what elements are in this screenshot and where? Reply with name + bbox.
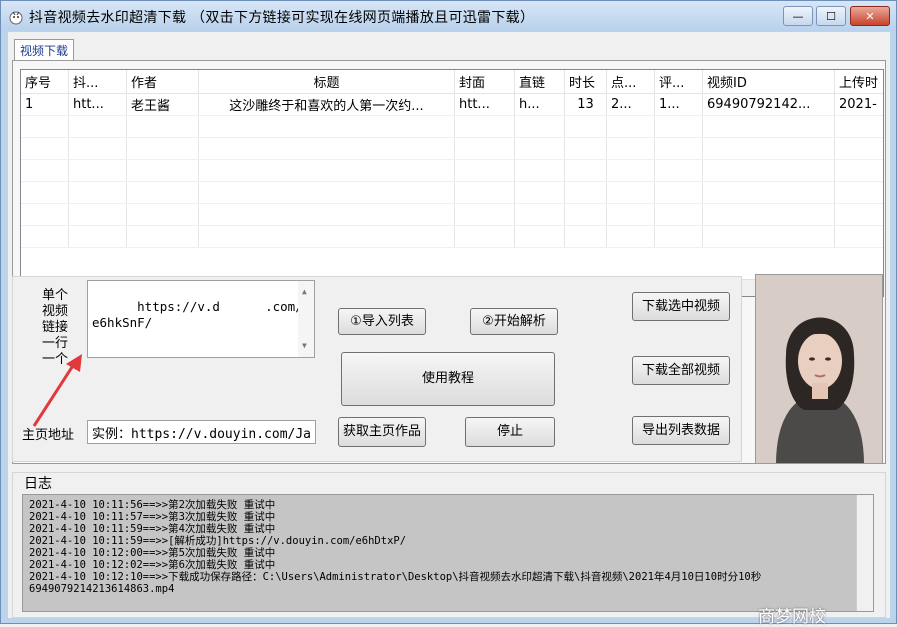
log-line: 2021-4-10 10:11:59==>>[解析成功]https://v.do… <box>29 535 407 547</box>
log-line: 2021-4-10 10:12:10==>>下载成功保存路径：C:\Users\… <box>29 571 762 583</box>
homepage-input[interactable]: 实例：https://v.douyin.com/Ja <box>87 420 316 444</box>
col-header[interactable]: 封面 <box>455 70 515 93</box>
cell: h... <box>515 94 565 115</box>
cell: 69490792142... <box>703 94 835 115</box>
stop-button[interactable]: 停止 <box>465 417 555 447</box>
table-row[interactable]: 1 htt... 老王酱 这沙雕终于和喜欢的人第一次约... htt... h.… <box>21 94 883 116</box>
table-row <box>21 182 883 204</box>
log-title: 日志 <box>22 473 54 493</box>
table-row <box>21 116 883 138</box>
table-row <box>21 204 883 226</box>
video-table[interactable]: 序号 抖... 作者 标题 封面 直链 时长 点... 评... 视频ID 上传… <box>20 69 884 297</box>
cell: 这沙雕终于和喜欢的人第一次约... <box>199 94 455 115</box>
col-header[interactable]: 序号 <box>21 70 69 93</box>
col-header[interactable]: 时长 <box>565 70 607 93</box>
minimize-icon: — <box>792 9 804 23</box>
col-header[interactable]: 作者 <box>127 70 199 93</box>
log-line: 6949079214213614863.mp4 <box>29 583 175 595</box>
log-line: 2021-4-10 10:12:00==>>第5次加载失败 重试中 <box>29 547 276 559</box>
cell: 1 <box>21 94 69 115</box>
download-all-button[interactable]: 下载全部视频 <box>632 356 730 385</box>
log-line: 2021-4-10 10:11:59==>>第4次加载失败 重试中 <box>29 523 276 535</box>
window-title: 抖音视频去水印超清下载 （双击下方链接可实现在线网页端播放且可迅雷下载） <box>29 10 535 26</box>
table-row <box>21 226 883 248</box>
col-header[interactable]: 点... <box>607 70 655 93</box>
promo-photo <box>755 274 883 464</box>
col-header[interactable]: 抖... <box>69 70 127 93</box>
red-arrow-annotation <box>32 354 82 427</box>
watermark-text: 商梦网校 <box>758 607 826 627</box>
minimize-button[interactable]: — <box>783 6 813 26</box>
cell: 1... <box>655 94 703 115</box>
col-header[interactable]: 评... <box>655 70 703 93</box>
portrait-image <box>756 275 882 463</box>
close-icon: ✕ <box>865 9 875 23</box>
log-output[interactable]: 2021-4-10 10:11:56==>>第2次加载失败 重试中 2021-4… <box>22 494 874 612</box>
cell: 老王酱 <box>127 94 199 115</box>
scroll-up-icon[interactable]: ▲ <box>302 284 307 300</box>
start-parse-button[interactable]: ②开始解析 <box>470 308 558 335</box>
app-logo-icon <box>9 11 23 25</box>
maximize-button[interactable]: ☐ <box>816 6 846 26</box>
col-header[interactable]: 视频ID <box>703 70 835 93</box>
table-row <box>21 138 883 160</box>
app-window: 抖音视频去水印超清下载 （双击下方链接可实现在线网页端播放且可迅雷下载） — ☐… <box>0 0 897 627</box>
scroll-down-icon[interactable]: ▼ <box>302 338 307 354</box>
col-header[interactable]: 标题 <box>199 70 455 93</box>
export-list-button[interactable]: 导出列表数据 <box>632 416 730 445</box>
maximize-icon: ☐ <box>826 9 836 23</box>
cell: 2... <box>607 94 655 115</box>
cell: htt... <box>455 94 515 115</box>
url-scrollbar[interactable]: ▲ ▼ <box>298 281 314 357</box>
log-line: 2021-4-10 10:12:02==>>第6次加载失败 重试中 <box>29 559 276 571</box>
close-button[interactable]: ✕ <box>850 6 890 26</box>
log-line: 2021-4-10 10:11:56==>>第2次加载失败 重试中 <box>29 499 276 511</box>
homepage-label: 主页地址 <box>22 428 75 443</box>
get-homepage-button[interactable]: 获取主页作品 <box>338 417 426 447</box>
cell: 13 <box>565 94 607 115</box>
cell: htt... <box>69 94 127 115</box>
tab-video-download[interactable]: 视频下载 <box>14 39 74 61</box>
col-header[interactable]: 直链 <box>515 70 565 93</box>
import-list-button[interactable]: ①导入列表 <box>338 308 426 335</box>
client-area: 视频下载 序号 抖... 作者 标题 封面 直链 时长 点... 评... 视频… <box>8 32 890 627</box>
log-scrollbar[interactable] <box>856 495 873 611</box>
table-row <box>21 160 883 182</box>
tutorial-button[interactable]: 使用教程 <box>341 352 555 406</box>
log-line: 2021-4-10 10:11:57==>>第3次加载失败 重试中 <box>29 511 276 523</box>
url-input[interactable]: https://v.d .com/e6hkSnF/ ▲ ▼ <box>87 280 315 358</box>
download-selected-button[interactable]: 下载选中视频 <box>632 292 730 321</box>
title-bar[interactable]: 抖音视频去水印超清下载 （双击下方链接可实现在线网页端播放且可迅雷下载） — ☐… <box>1 1 896 31</box>
table-body: 1 htt... 老王酱 这沙雕终于和喜欢的人第一次约... htt... h.… <box>21 94 883 248</box>
table-header: 序号 抖... 作者 标题 封面 直链 时长 点... 评... 视频ID 上传… <box>21 70 883 94</box>
url-input-text: https://v.d .com/e6hkSnF/ <box>92 299 303 330</box>
cell: 2021- <box>835 94 883 115</box>
col-header[interactable]: 上传时 <box>835 70 883 93</box>
